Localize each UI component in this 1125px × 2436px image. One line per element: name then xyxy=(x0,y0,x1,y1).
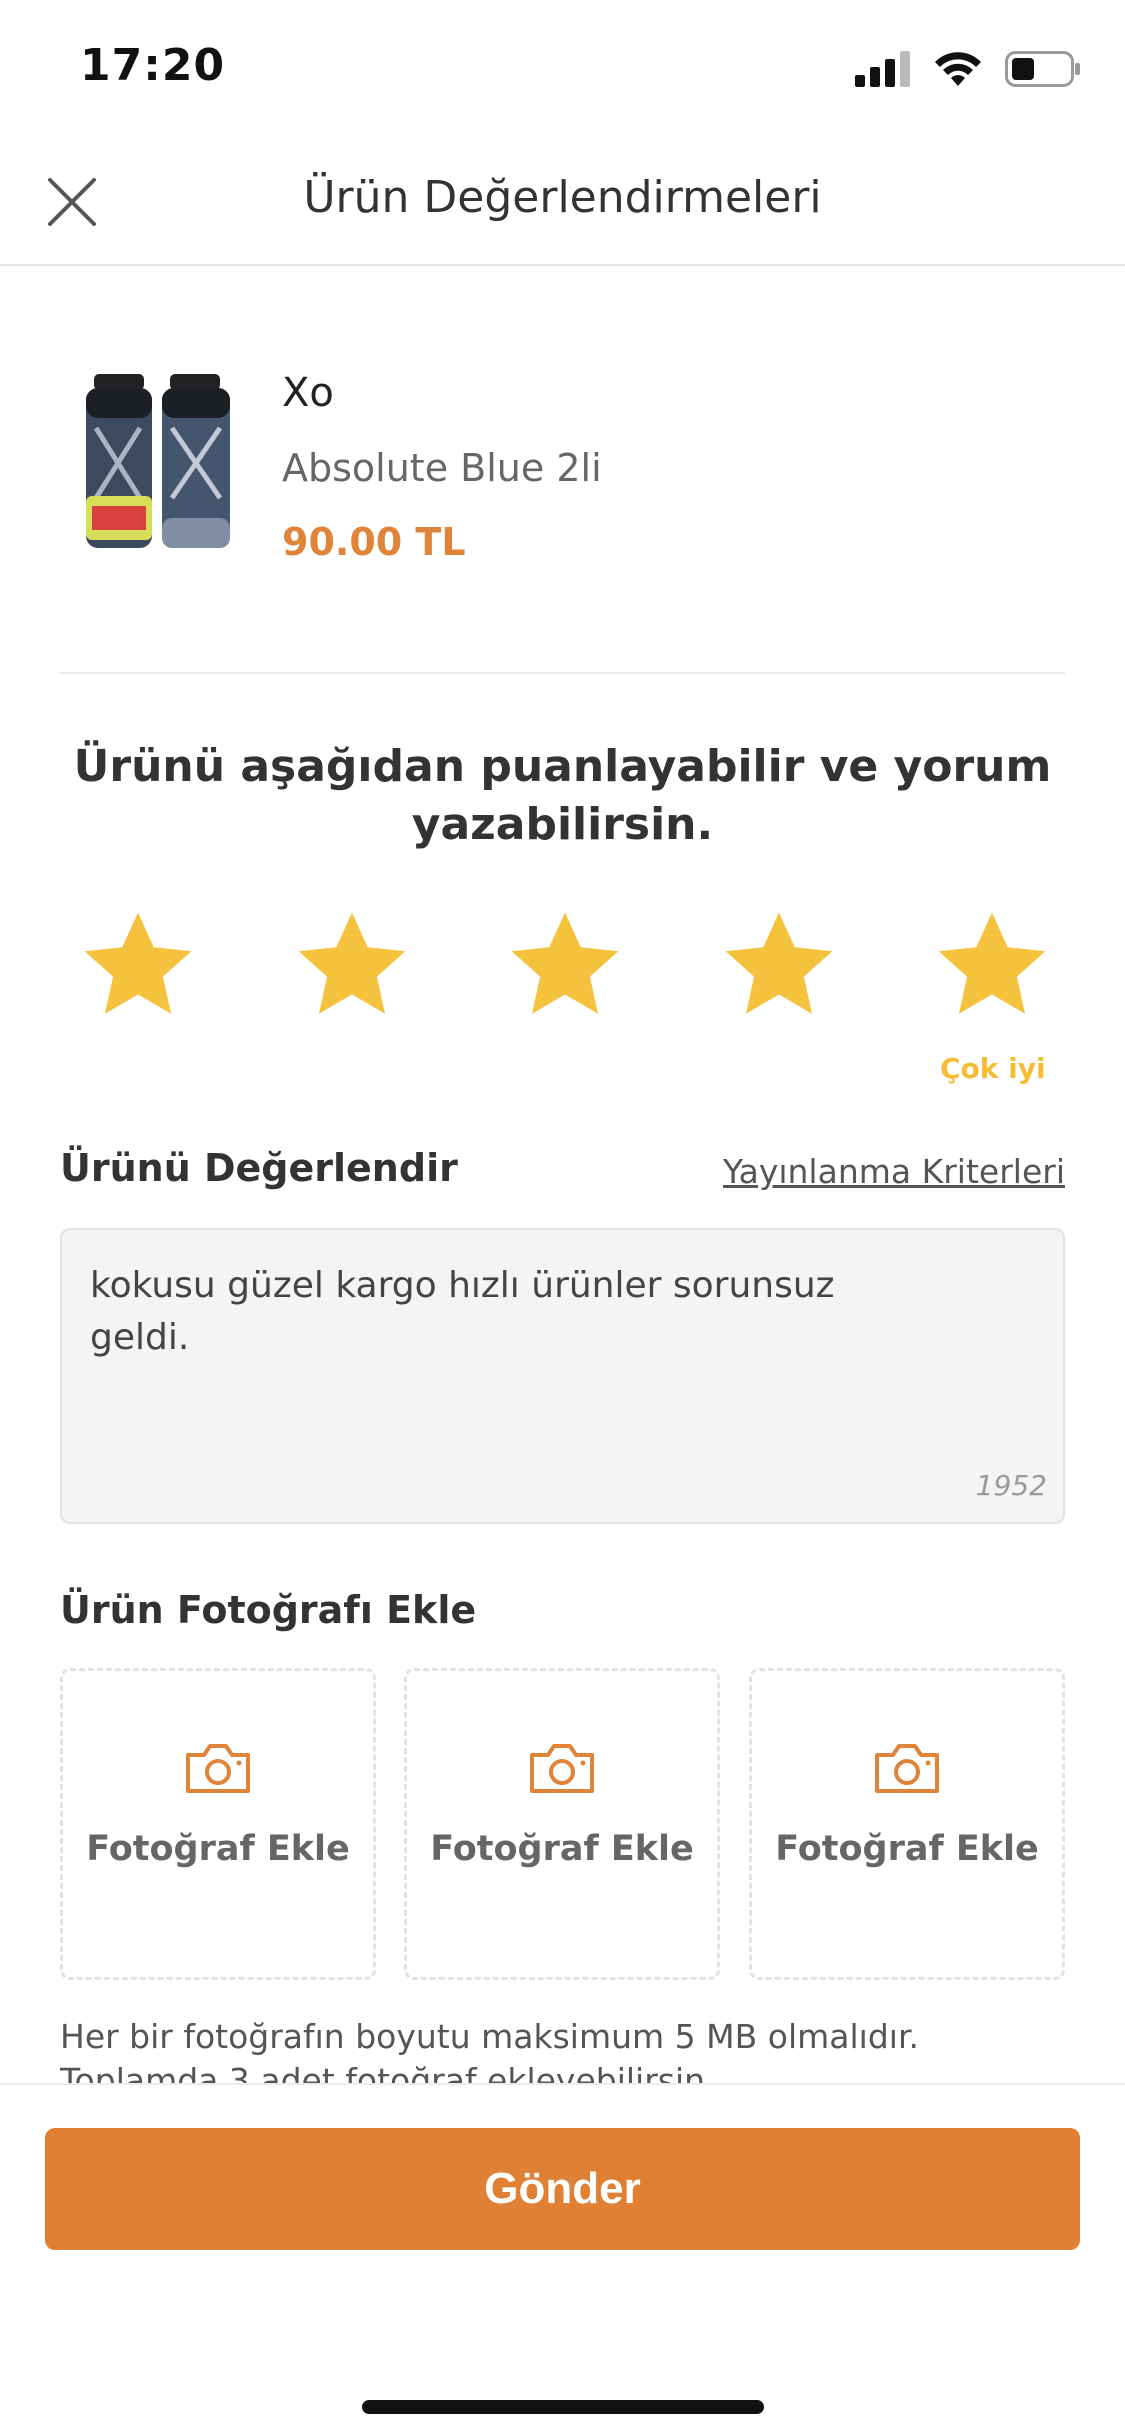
star-rating xyxy=(60,905,1065,1035)
wifi-icon xyxy=(935,52,981,86)
add-photo-button-2[interactable]: Fotoğraf Ekle xyxy=(404,1668,720,1980)
publishing-criteria-link[interactable]: Yayınlanma Kriterleri xyxy=(723,1152,1065,1191)
nav-bar: Ürün Değerlendirmeleri xyxy=(0,140,1125,266)
add-photo-label: Fotoğraf Ekle xyxy=(430,1829,694,1869)
product-image xyxy=(86,374,230,548)
product-price: 90.00 TL xyxy=(282,520,466,564)
photo-size-note: Her bir fotoğrafın boyutu maksimum 5 MB … xyxy=(60,2017,919,2083)
photo-section-title: Ürün Fotoğrafı Ekle xyxy=(60,1588,477,1632)
add-photo-label: Fotoğraf Ekle xyxy=(86,1829,350,1869)
camera-icon xyxy=(186,1744,250,1793)
star-5-icon[interactable] xyxy=(928,905,1056,1027)
divider xyxy=(60,672,1065,674)
review-section-title: Ürünü Değerlendir xyxy=(60,1146,458,1190)
camera-icon xyxy=(530,1744,594,1793)
status-icons xyxy=(855,50,1081,88)
status-bar: 17:20 xyxy=(0,0,1125,140)
camera-icon xyxy=(875,1744,939,1793)
home-indicator xyxy=(362,2400,764,2414)
review-page: 17:20 Ürün Değerlendirmeleri Xo Absolute… xyxy=(0,0,1125,2436)
add-photo-button-1[interactable]: Fotoğraf Ekle xyxy=(60,1668,376,1980)
review-textarea[interactable]: kokusu güzel kargo hızlı ürünler sorunsu… xyxy=(60,1228,1065,1524)
rating-label: Çok iyi xyxy=(940,1052,1046,1085)
product-name: Absolute Blue 2li xyxy=(282,446,602,490)
cellular-signal-icon xyxy=(855,51,910,87)
status-time: 17:20 xyxy=(80,40,226,91)
product-summary: Xo Absolute Blue 2li 90.00 TL xyxy=(60,360,1065,580)
rating-prompt: Ürünü aşağıdan puanlayabilir ve yorum ya… xyxy=(73,741,1052,850)
bottom-bar: Gönder xyxy=(0,2083,1125,2436)
star-1-icon[interactable] xyxy=(74,905,202,1027)
star-3-icon[interactable] xyxy=(501,905,629,1027)
battery-icon xyxy=(1005,51,1080,87)
character-counter: 1952 xyxy=(975,1469,1047,1502)
page-title: Ürün Değerlendirmeleri xyxy=(303,172,822,223)
add-photo-label: Fotoğraf Ekle xyxy=(775,1829,1039,1869)
add-photo-button-3[interactable]: Fotoğraf Ekle xyxy=(749,1668,1065,1980)
review-text: kokusu güzel kargo hızlı ürünler sorunsu… xyxy=(90,1265,835,1358)
submit-button[interactable]: Gönder xyxy=(45,2128,1080,2250)
product-brand: Xo xyxy=(282,370,334,416)
star-2-icon[interactable] xyxy=(288,905,416,1027)
star-4-icon[interactable] xyxy=(715,905,843,1027)
